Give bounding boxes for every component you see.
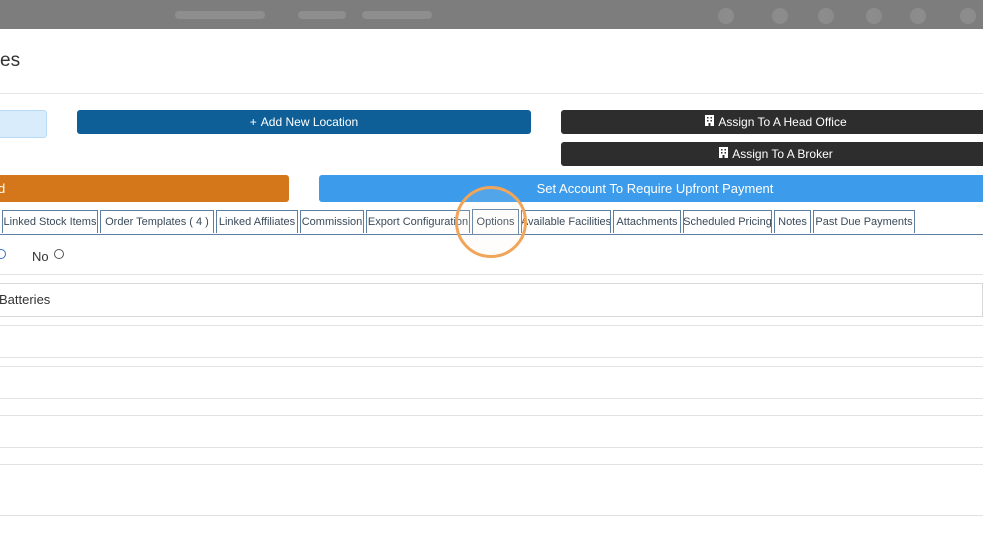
header-icon [910, 8, 926, 24]
click-highlight-circle [455, 186, 527, 258]
assign-broker-label: Assign To A Broker [732, 147, 833, 161]
plus-icon: + [249, 115, 257, 129]
header-icon [772, 8, 788, 24]
row-divider [0, 325, 983, 326]
header-icon [718, 8, 734, 24]
header-text-blurred [362, 11, 432, 19]
row-divider [0, 464, 983, 465]
tab-available-facilities[interactable]: Available Facilities [521, 210, 611, 233]
row-divider [0, 366, 983, 367]
light-blue-button[interactable] [0, 110, 47, 138]
set-upfront-payment-label: Set Account To Require Upfront Payment [536, 181, 774, 196]
tab-past-due-payments[interactable]: Past Due Payments [813, 210, 915, 233]
batteries-field[interactable]: Batteries [0, 283, 983, 317]
building-icon [705, 115, 715, 129]
tab-notes[interactable]: Notes [774, 210, 811, 233]
assign-broker-button[interactable]: Assign To A Broker [561, 142, 983, 166]
title-divider [0, 93, 983, 94]
tab-scheduled-pricing[interactable]: Scheduled Pricing [683, 210, 772, 233]
tab-attachments[interactable]: Attachments [613, 210, 681, 233]
orange-action-button[interactable]: d [0, 175, 289, 202]
add-new-location-label: Add New Location [260, 115, 359, 129]
header-text-blurred [298, 11, 346, 19]
no-radio[interactable] [54, 249, 64, 259]
row-divider [0, 398, 983, 399]
modal-title: es [0, 50, 21, 71]
row-divider [0, 447, 983, 448]
header-icon [960, 8, 976, 24]
row-divider [0, 515, 983, 516]
row-divider [0, 415, 983, 416]
no-radio-label: No [32, 249, 49, 264]
header-text-blurred [175, 11, 265, 19]
orange-action-label: d [0, 181, 6, 196]
assign-head-office-button[interactable]: Assign To A Head Office [561, 110, 983, 134]
header-icon [818, 8, 834, 24]
assign-head-office-label: Assign To A Head Office [718, 115, 847, 129]
tab-order-templates[interactable]: Order Templates ( 4 ) [100, 210, 214, 233]
header-icon [866, 8, 882, 24]
add-new-location-button[interactable]: + Add New Location [77, 110, 531, 134]
yes-radio[interactable] [0, 249, 6, 259]
tab-linked-affiliates[interactable]: Linked Affiliates [216, 210, 298, 233]
background-header [0, 0, 983, 29]
building-icon [719, 147, 729, 161]
tab-linked-stock-items[interactable]: Linked Stock Items [2, 210, 98, 233]
set-upfront-payment-button[interactable]: Set Account To Require Upfront Payment [319, 175, 983, 202]
tab-commission[interactable]: Commission [300, 210, 364, 233]
row-divider [0, 357, 983, 358]
